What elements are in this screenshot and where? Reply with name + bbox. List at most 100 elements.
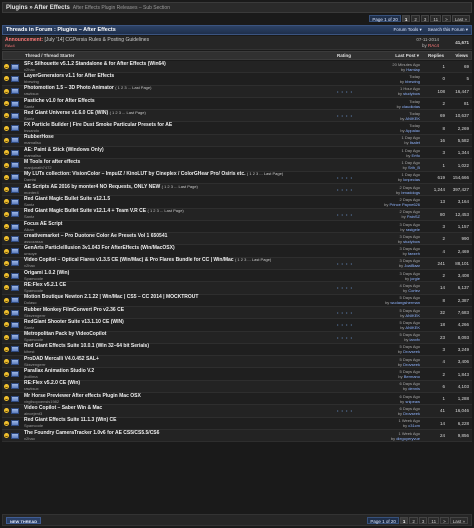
breadcrumb-forum[interactable]: Plugins » After Effects [6,5,70,11]
page-1-link[interactable]: 1 [401,15,411,22]
reply-count[interactable]: 41 [424,408,448,413]
thread-starter[interactable]: rawksux [24,91,39,96]
last-post-user[interactable]: Drovseek [403,349,420,354]
reply-count[interactable]: 1,244 [424,187,448,192]
thread-starter[interactable]: rawksux [24,386,39,391]
reply-count[interactable]: 1 [424,163,448,168]
last-post-user[interactable]: snipeaw [405,399,420,404]
bottom-page-3-link[interactable]: 3 [418,516,428,524]
last-post-user[interactable]: wudangsherman [390,300,420,305]
reply-count[interactable]: 0 [424,76,448,81]
reply-count[interactable]: 8 [424,298,448,303]
last-post-user[interactable]: ianxfv [410,337,420,342]
last-post-user[interactable]: faezeh [408,251,420,256]
reply-count[interactable]: 14 [424,285,448,290]
thread-pages[interactable]: ( 1 2 3 ... Last Page) [162,184,198,189]
thread-title-link[interactable]: GenArts ParticleIllusion 3v1.043 For Aft… [24,245,175,251]
last-post-column-header[interactable]: Last Post ▾ [361,53,423,59]
last-post-user[interactable]: Drovseek [403,362,420,367]
last-page-link[interactable]: Last » [451,15,470,22]
reply-count[interactable]: 16 [424,138,448,143]
thread-title-link[interactable]: Pastiche v1.0 for After Effects [24,98,95,104]
reply-count[interactable]: 241 [424,261,448,266]
thread-starter[interactable]: Alkan [24,227,34,232]
new-thread-button[interactable]: NEW THREAD [6,516,42,524]
bottom-page-1-link[interactable]: 1 [399,516,409,524]
last-post-user[interactable]: bbewing [405,79,420,84]
last-post-user[interactable]: Drovseek [403,411,420,416]
reply-count[interactable]: 8 [424,126,448,131]
last-post-user[interactable]: JoalBaar [404,263,420,268]
reply-count[interactable]: 69 [424,113,448,118]
thread-pages[interactable]: ( 1 2 3 ... Last Page) [115,85,151,90]
last-post-user[interactable]: studybow [403,91,420,96]
reply-count[interactable]: 1 [424,64,448,69]
thread-title-link[interactable]: Video Copilot – Optical Flares v1.3.5 CE… [24,257,234,263]
announcement-author[interactable]: RAc4 [5,43,15,48]
last-post-user[interactable]: Prince Payne626 [390,202,420,207]
announcement-link[interactable]: [July '14] CGPersia Rules & Posting Guid… [44,37,149,43]
last-post-user[interactable]: diegoyeryvue [396,436,420,441]
reply-count[interactable]: 3 [424,150,448,155]
reply-count[interactable]: 14 [424,421,448,426]
last-post-user[interactable]: Srih_B [408,165,420,170]
thread-starter[interactable]: v2hao [24,263,35,268]
reply-count[interactable]: 2 [424,273,448,278]
thread-starter[interactable]: bssando [24,128,39,133]
thread-starter[interactable]: Dolaso [24,300,36,305]
thread-starter[interactable]: Sksvengerrr [24,313,46,318]
thread-starter[interactable]: Santz [24,214,34,219]
last-post-user[interactable]: claudiotas [402,104,420,109]
last-post-user[interactable]: Cortez [408,288,420,293]
reply-count[interactable]: 1 [424,396,448,401]
thread-title-link[interactable]: SFx Silhouette v5.1.2 Standalone & for A… [24,61,166,67]
thread-starter[interactable]: Santz [24,104,34,109]
thread-pages[interactable]: ( 1 2 3 ... Last Page) [247,171,283,176]
thread-pages[interactable]: ( 1 2 3 ... Last Page) [110,110,146,115]
last-post-user[interactable]: Appalac [406,128,420,133]
breadcrumb-subsection[interactable]: After Effects Plugin Releases – Sub Sect… [73,5,170,11]
thread-title-link[interactable]: Motion Boutique Newton 2.1.22 | Win/Mac … [24,294,198,300]
thread-title-link[interactable]: AE Scripts AE 2016 by monter4 NO Request… [24,184,160,190]
thread-starter[interactable]: mamalisu [24,140,41,145]
thread-title-link[interactable]: Red Giant Magic Bullet Suite v12.1.4 + T… [24,208,146,214]
reply-count[interactable]: 4 [424,359,448,364]
bottom-next-page-link[interactable]: > [440,516,449,524]
thread-title-link[interactable]: The Foundry CameraTracker 1.0v6 for AE C… [24,430,159,436]
thread-starter[interactable]: monter4 [24,190,39,195]
last-post-user[interactable]: rastgele [406,227,420,232]
reply-count[interactable]: 3 [424,347,448,352]
reply-count[interactable]: 23 [424,335,448,340]
reply-count[interactable]: 108 [424,89,448,94]
thread-title-link[interactable]: Red Giant Universe v1.6.0 CE (WIN) [24,110,108,116]
reply-count[interactable]: 2 [424,101,448,106]
reply-count[interactable]: 3 [424,224,448,229]
next-page-link[interactable]: > [442,15,451,22]
thread-starter[interactable]: Spamcode [24,276,43,281]
last-post-user[interactable]: c31cm [408,423,420,428]
thread-title-link[interactable]: My LUTs collection: VisionColor – ImpulZ… [24,171,246,177]
last-post-user[interactable]: ANIKEK [405,313,420,318]
thread-pages[interactable]: ( 1 2 3 ... Last Page) [235,257,271,262]
page-3-link[interactable]: 3 [420,15,430,22]
forum-tools-menu[interactable]: Forum Tools ▾ [394,27,422,33]
reply-count[interactable]: 18 [424,322,448,327]
last-post-user[interactable]: ANIKEK [405,325,420,330]
thread-starter[interactable]: Santz [24,325,34,330]
thread-starter[interactable]: v2hao [24,436,35,441]
thread-starter[interactable]: virgilsopoensis1982 [24,399,59,404]
last-post-user[interactable]: ANIKEK [405,116,420,121]
announcement-by[interactable]: RAc4 [428,43,439,48]
thread-pages[interactable]: ( 1 2 3 ... Last Page) [148,208,184,213]
thread-starter[interactable]: unsoye [24,251,37,256]
thread-title-link[interactable]: Red Giant Magic Bullet Suite v12.1.5 [24,196,110,202]
thread-starter[interactable]: Santz [24,116,34,121]
reply-count[interactable]: 13 [424,199,448,204]
bottom-page-11-link[interactable]: 11 [428,516,440,524]
reply-count[interactable]: 2 [424,372,448,377]
thread-starter[interactable]: aincejent3 [24,411,42,416]
reply-count[interactable]: 80 [424,212,448,217]
last-post-user[interactable]: jorgie [410,276,420,281]
thread-starter[interactable]: jbollima [24,374,38,379]
last-post-user[interactable]: Ertfo [412,153,420,158]
